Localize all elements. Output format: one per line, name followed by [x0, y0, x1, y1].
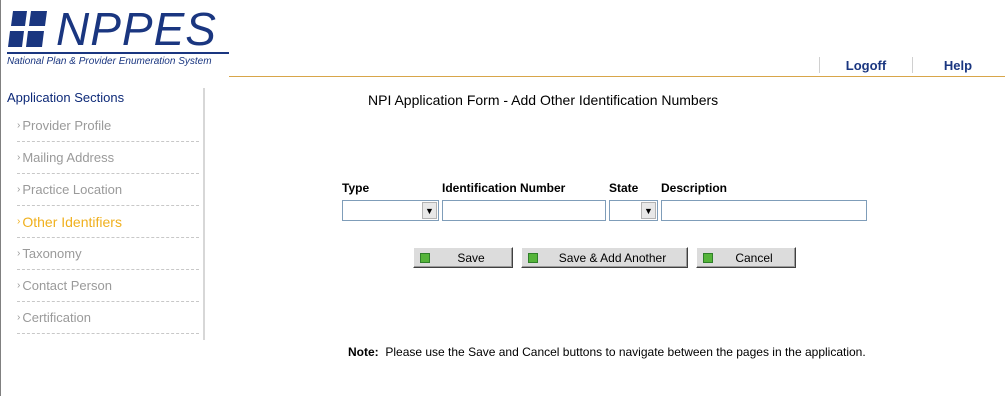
green-square-icon: [420, 252, 430, 263]
chevron-down-icon[interactable]: ▼: [422, 202, 437, 219]
chevron-right-icon: ›: [17, 248, 21, 259]
chevron-right-icon: ›: [17, 216, 21, 227]
help-link[interactable]: Help: [913, 58, 1003, 73]
note-label: Note:: [348, 345, 379, 359]
description-input[interactable]: [661, 200, 867, 221]
chevron-right-icon: ›: [17, 184, 21, 195]
chevron-right-icon: ›: [17, 152, 21, 163]
type-select[interactable]: ▼: [342, 200, 439, 221]
sidebar-item-mailing-address[interactable]: › Mailing Address: [17, 142, 199, 174]
page-title: NPI Application Form - Add Other Identif…: [368, 92, 719, 108]
sidebar-item-label: Certification: [22, 310, 91, 325]
description-label: Description: [661, 181, 728, 195]
green-square-icon: [528, 252, 538, 263]
sidebar-item-taxonomy[interactable]: › Taxonomy: [17, 238, 199, 270]
chevron-right-icon: ›: [17, 280, 21, 291]
sidebar-item-label: Taxonomy: [22, 246, 82, 261]
save-add-another-button[interactable]: Save & Add Another: [521, 247, 688, 268]
sidebar-item-label: Provider Profile: [22, 118, 112, 133]
cancel-button[interactable]: Cancel: [696, 247, 796, 268]
save-button-label: Save: [457, 250, 485, 265]
top-navigation: Logoff Help: [819, 55, 1003, 75]
cancel-button-label: Cancel: [735, 250, 773, 265]
sidebar-item-practice-location[interactable]: › Practice Location: [17, 174, 199, 206]
logoff-link[interactable]: Logoff: [820, 58, 912, 73]
chevron-right-icon: ›: [17, 312, 21, 323]
sidebar-item-other-identifiers[interactable]: › Other Identifiers: [17, 206, 199, 238]
nppes-logo-mark-icon: [8, 11, 47, 47]
green-square-icon: [703, 252, 713, 263]
identification-number-label: Identification Number: [442, 181, 566, 195]
note-text: Please use the Save and Cancel buttons t…: [385, 345, 866, 359]
logo-subtitle: National Plan & Provider Enumeration Sys…: [7, 56, 212, 67]
sidebar-item-provider-profile[interactable]: › Provider Profile: [17, 110, 199, 142]
save-button[interactable]: Save: [413, 247, 513, 268]
chevron-right-icon: ›: [17, 120, 21, 131]
navigation-note: Note: Please use the Save and Cancel but…: [348, 345, 868, 360]
save-add-another-label: Save & Add Another: [558, 250, 667, 265]
sidebar-title: Application Sections: [7, 90, 125, 105]
logo-divider: [7, 52, 229, 54]
sidebar-item-label: Mailing Address: [22, 150, 115, 165]
logo-text: NPPES: [56, 3, 217, 55]
state-select[interactable]: ▼: [609, 200, 658, 221]
sidebar-item-label: Other Identifiers: [22, 213, 122, 230]
state-label: State: [609, 181, 639, 195]
chevron-down-icon[interactable]: ▼: [641, 202, 656, 219]
identification-number-input[interactable]: [442, 200, 606, 221]
application-sections-sidebar: Application Sections › Provider Profile …: [7, 88, 205, 340]
header-divider: [229, 76, 1005, 77]
type-label: Type: [342, 181, 370, 195]
sidebar-item-label: Contact Person: [22, 278, 112, 293]
sidebar-item-label: Practice Location: [22, 182, 123, 197]
sidebar-item-contact-person[interactable]: › Contact Person: [17, 270, 199, 302]
sidebar-item-certification[interactable]: › Certification: [17, 302, 199, 334]
nppes-logo: NPPES: [7, 6, 217, 52]
